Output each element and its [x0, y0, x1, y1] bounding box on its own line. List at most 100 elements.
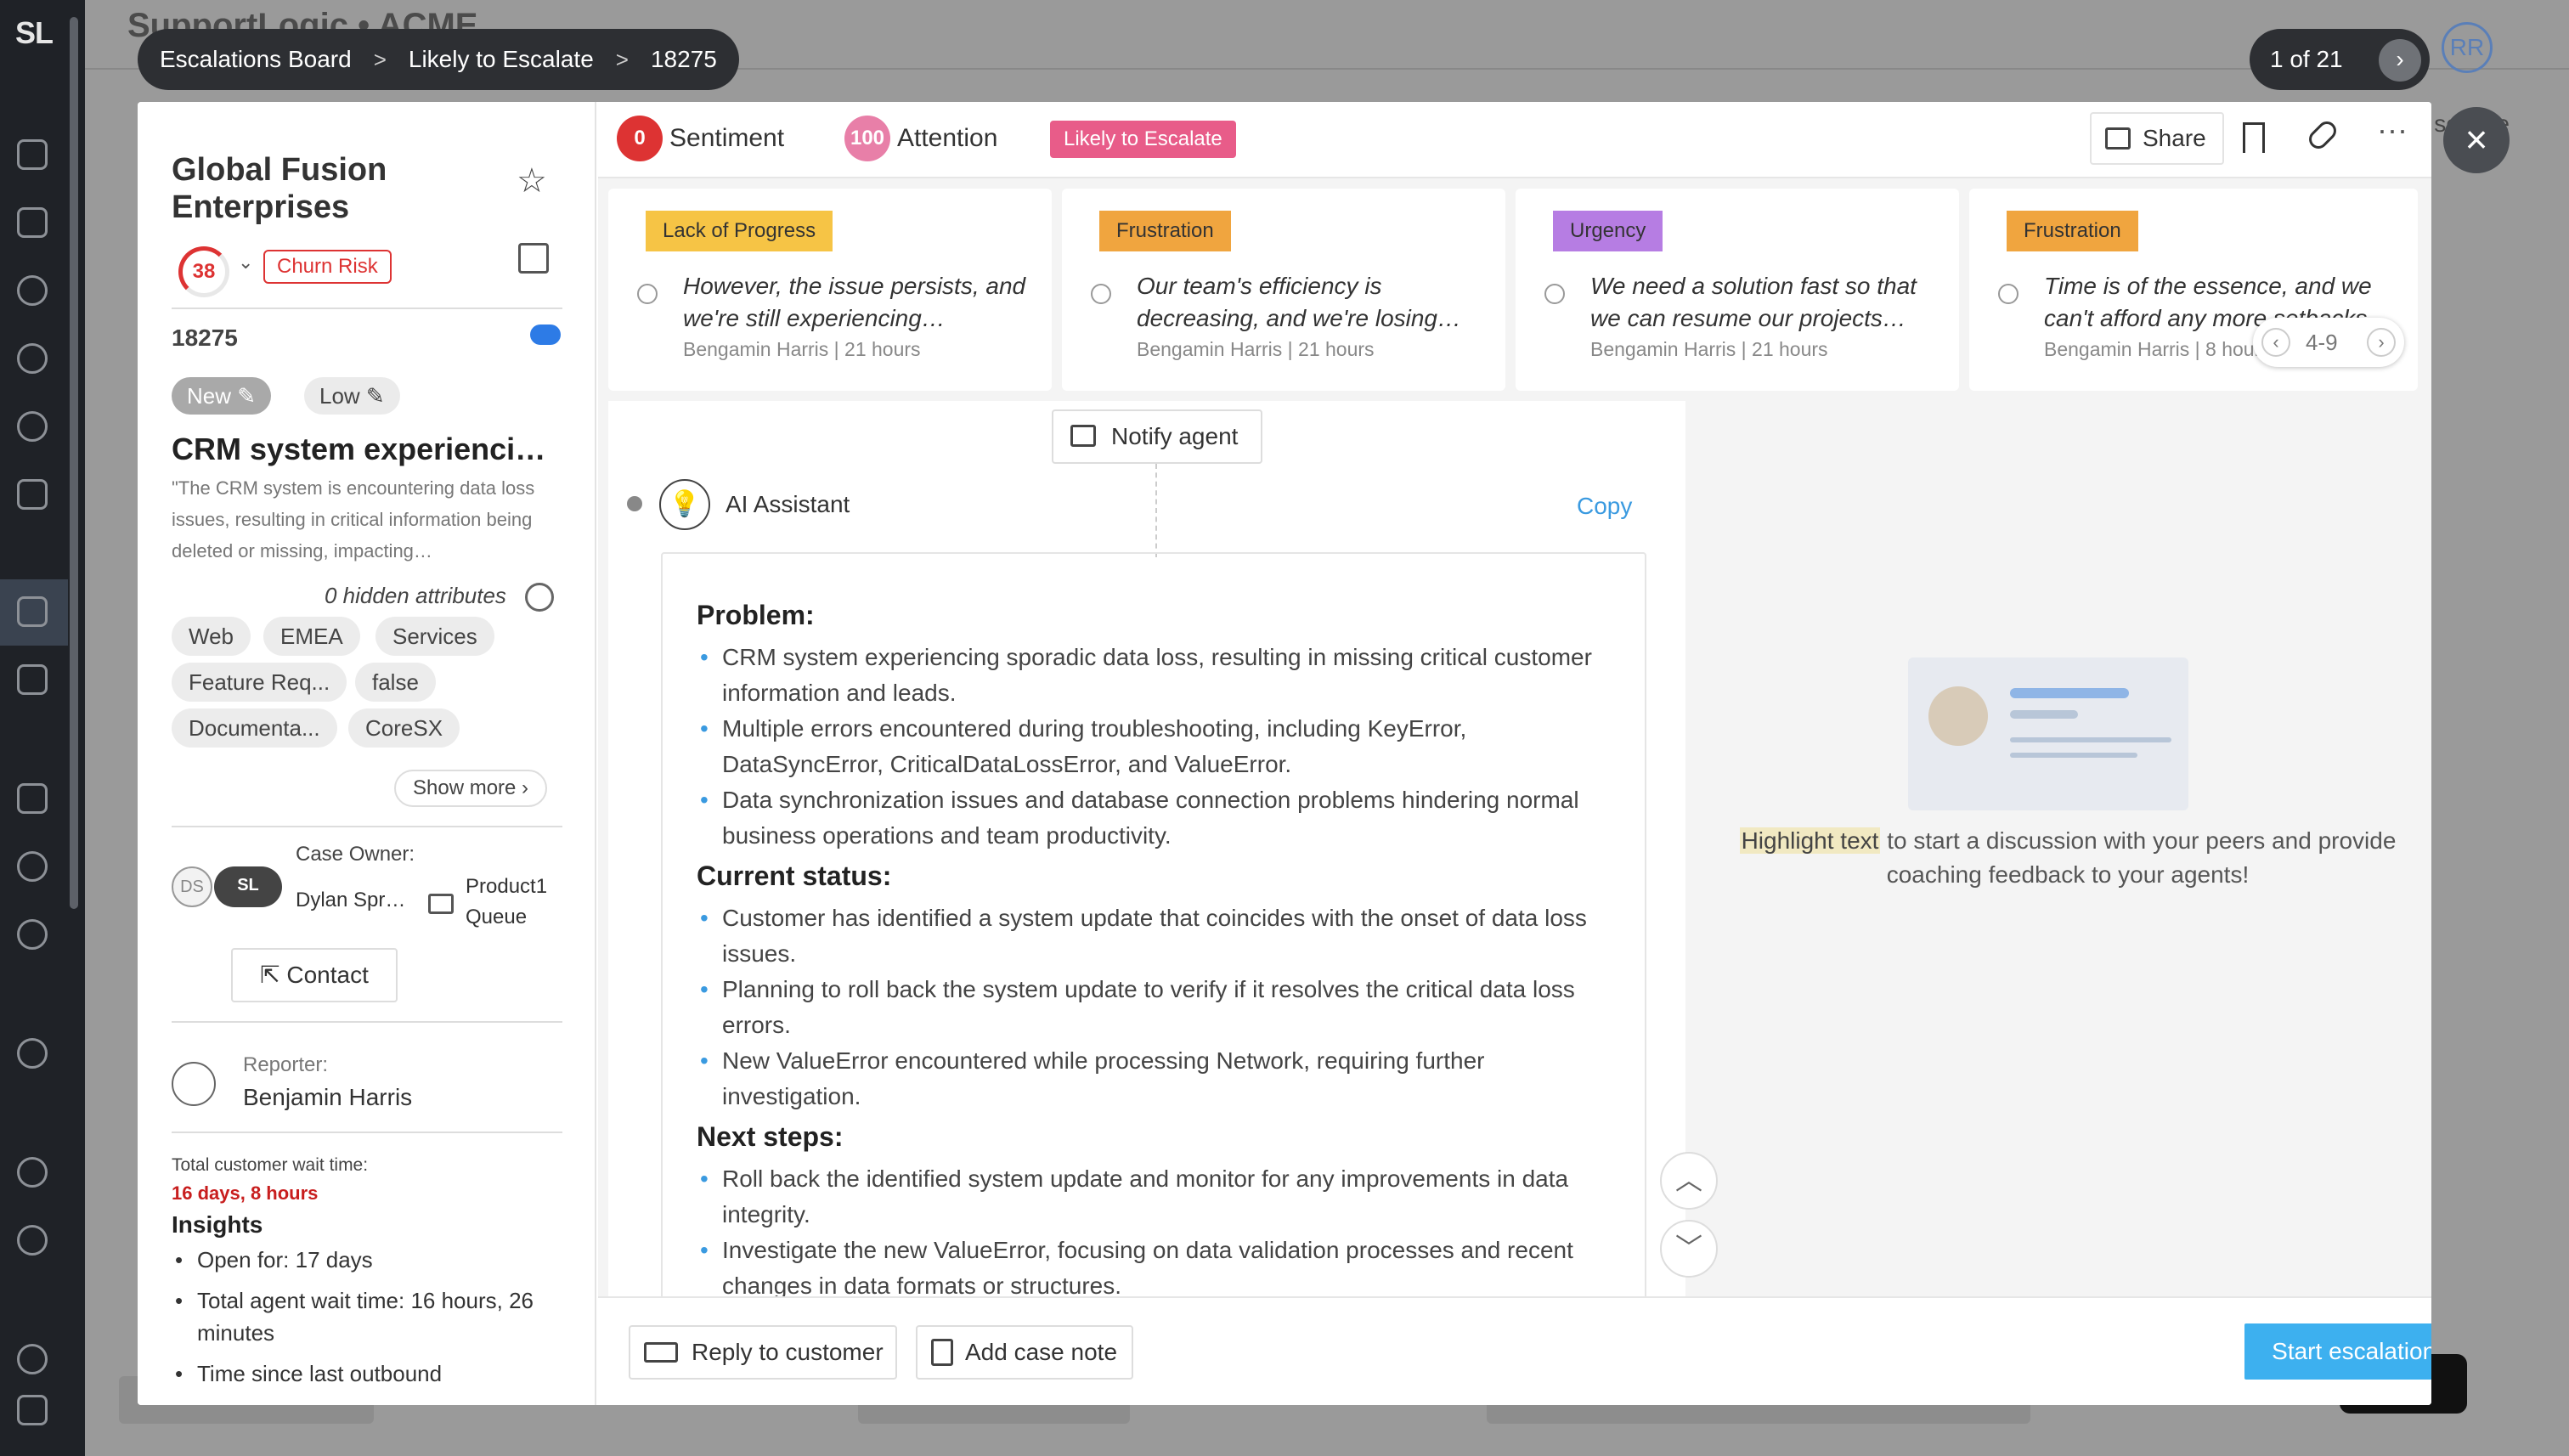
- card-meta: Bengamin Harris | 21 hours: [683, 338, 921, 360]
- person-icon: [1544, 284, 1565, 304]
- bookmark-icon[interactable]: [2243, 122, 2265, 153]
- attention-label[interactable]: Attention: [897, 124, 997, 153]
- star-icon[interactable]: ☆: [517, 161, 547, 200]
- case-topbar: 0 Sentiment 100 Attention Likely to Esca…: [598, 102, 2431, 178]
- attention-score: 100: [844, 116, 890, 161]
- breadcrumb-escalations-board[interactable]: Escalations Board: [160, 46, 352, 73]
- queue-icon: [428, 894, 454, 914]
- case-score[interactable]: 38: [178, 246, 229, 297]
- timeline-connector: [1155, 464, 1157, 557]
- divider: [172, 1132, 562, 1133]
- breadcrumb-likely-to-escalate[interactable]: Likely to Escalate: [409, 46, 594, 73]
- rail-scrollbar[interactable]: [70, 17, 78, 909]
- section-heading: Problem:: [697, 600, 815, 630]
- ai-assistant-panel: Notify agent 💡 AI Assistant Copy Problem…: [608, 401, 1685, 1296]
- card-meta: Bengamin Harris | 21 hours: [1590, 338, 1828, 360]
- attribute-tag[interactable]: EMEA: [263, 617, 360, 656]
- action-footer: Reply to customer Add case note Start es…: [598, 1296, 2431, 1405]
- chevron-down-icon[interactable]: ⌄: [238, 251, 253, 274]
- reporter-name[interactable]: Benjamin Harris: [243, 1084, 412, 1111]
- attribute-tag[interactable]: Feature Req...: [172, 663, 347, 702]
- summary-item: Customer has identified a system update …: [697, 900, 1611, 972]
- case-title: CRM system experiencing sporadic data lo…: [172, 432, 562, 466]
- card-meta: Bengamin Harris | 21 hours: [1137, 338, 1375, 360]
- copy-link[interactable]: Copy: [1577, 493, 1632, 520]
- target-icon[interactable]: [17, 1038, 48, 1069]
- status-label: New: [187, 383, 232, 409]
- scroll-up-button[interactable]: ︿: [1660, 1152, 1718, 1210]
- person-icon: [1998, 284, 2019, 304]
- section-list: Customer has identified a system update …: [697, 900, 1611, 1115]
- attribute-tag[interactable]: CoreSX: [348, 708, 460, 748]
- share-icon: [1070, 425, 1096, 447]
- escalation-icon[interactable]: [17, 479, 48, 510]
- insight-card[interactable]: Frustration Our team's efficiency is dec…: [1062, 189, 1505, 391]
- team-icon[interactable]: [17, 1225, 48, 1256]
- inbox-icon[interactable]: [17, 139, 48, 170]
- sentiment-score: 0: [617, 116, 663, 161]
- escalation-badge: Likely to Escalate: [1050, 121, 1236, 158]
- attribute-tag[interactable]: false: [355, 663, 436, 702]
- summary-item: New ValueError encountered while process…: [697, 1043, 1611, 1115]
- attribute-tag[interactable]: Web: [172, 617, 251, 656]
- lightbulb-icon: 💡: [659, 479, 710, 530]
- settings-sliders-icon[interactable]: [17, 1395, 48, 1425]
- reporter-avatar-icon: [172, 1062, 216, 1106]
- priority-label: Low: [319, 383, 360, 409]
- more-options-icon[interactable]: ···: [2377, 112, 2408, 148]
- close-modal-button[interactable]: ×: [2443, 107, 2510, 173]
- case-owner-label: Case Owner:: [296, 843, 415, 866]
- chevron-left-icon[interactable]: ‹: [2261, 328, 2290, 357]
- priority-pill[interactable]: Low ✎: [304, 377, 400, 415]
- board-icon[interactable]: [17, 207, 48, 238]
- headset-icon[interactable]: [17, 1157, 48, 1188]
- export-icon[interactable]: [518, 243, 549, 274]
- queue-name: Product1 Queue: [466, 875, 548, 928]
- hidden-attributes: 0 hidden attributes: [325, 583, 506, 608]
- insight-item: Open for: 17 days: [172, 1244, 571, 1276]
- wait-time-label: Total customer wait time:: [172, 1155, 369, 1175]
- profile-icon[interactable]: [17, 1344, 48, 1374]
- show-more-label: Show more: [413, 776, 517, 799]
- status-pill[interactable]: New ✎: [172, 377, 272, 415]
- discussion-hint-text: to start a discussion with your peers an…: [1880, 827, 2397, 888]
- cloud-icon[interactable]: [17, 919, 48, 950]
- attribute-tag[interactable]: Documenta...: [172, 708, 337, 748]
- breadcrumb-case-id: 18275: [650, 46, 717, 72]
- document-icon[interactable]: [17, 664, 48, 695]
- cards-range: 4-9: [2306, 330, 2338, 355]
- start-escalation-review-button[interactable]: Start escalation review: [2244, 1323, 2431, 1380]
- divider: [172, 1021, 562, 1023]
- section-list: CRM system experiencing sporadic data lo…: [697, 640, 1611, 854]
- case-content-area: 0 Sentiment 100 Attention Likely to Esca…: [598, 102, 2431, 1405]
- chevron-right-icon[interactable]: ›: [2367, 328, 2396, 357]
- link-icon[interactable]: [2305, 117, 2340, 153]
- card-meta: Bengamin Harris | 8 hours: [2044, 338, 2271, 360]
- company-name[interactable]: Global Fusion Enterprises: [172, 151, 494, 226]
- user-avatar[interactable]: RR: [2442, 22, 2493, 73]
- bell-icon[interactable]: [17, 275, 48, 306]
- owner-name[interactable]: Dylan Spr…: [296, 889, 405, 912]
- person-icon: [637, 284, 658, 304]
- support-icon[interactable]: [17, 343, 48, 374]
- user-icon[interactable]: [17, 411, 48, 442]
- cloud-sync-icon[interactable]: [530, 324, 561, 345]
- insight-item: Time since last outbound: [172, 1357, 571, 1390]
- attribute-tag[interactable]: Services: [375, 617, 494, 656]
- insight-card[interactable]: Urgency We need a solution fast so that …: [1516, 189, 1959, 391]
- breadcrumb-separator-icon: >: [373, 46, 387, 72]
- show-more-button[interactable]: Show more ›: [394, 770, 548, 807]
- case-file-icon[interactable]: [17, 596, 48, 627]
- card-tag: Urgency: [1553, 211, 1663, 251]
- clock-icon[interactable]: [17, 851, 48, 882]
- card-tag: Frustration: [2007, 211, 2138, 251]
- scroll-down-button[interactable]: ﹀: [1660, 1220, 1718, 1278]
- case-description: "The CRM system is encountering data los…: [172, 477, 535, 562]
- gear-icon[interactable]: [525, 583, 554, 612]
- contact-button[interactable]: ⇱ Contact: [231, 948, 398, 1002]
- report-icon[interactable]: [17, 783, 48, 814]
- next-case-button[interactable]: ›: [2379, 39, 2421, 82]
- insight-card[interactable]: Lack of Progress However, the issue pers…: [608, 189, 1052, 391]
- breadcrumb: Escalations Board > Likely to Escalate >…: [138, 29, 739, 90]
- sentiment-label[interactable]: Sentiment: [669, 124, 784, 153]
